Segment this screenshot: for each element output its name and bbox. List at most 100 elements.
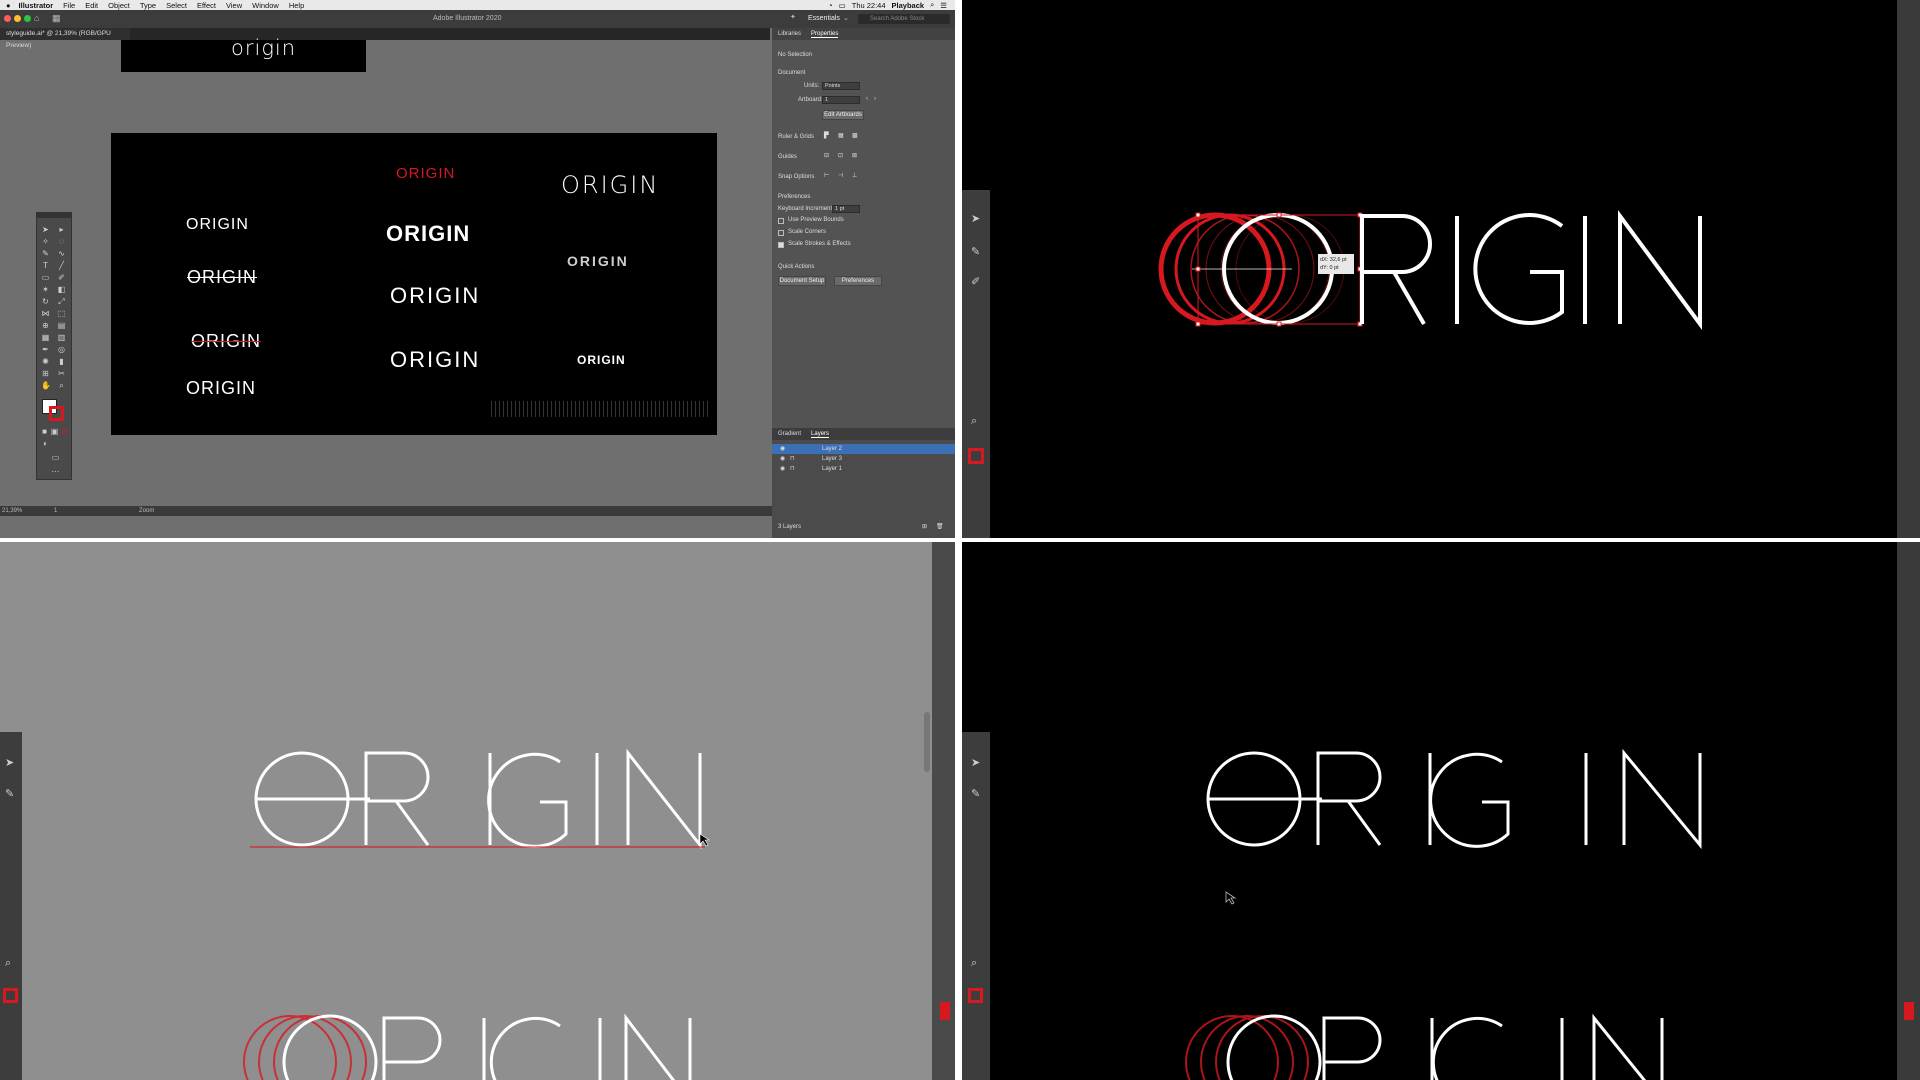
slice-tool-icon[interactable]: ✂ [57, 369, 66, 378]
panel-red-swatch[interactable] [940, 1002, 950, 1020]
smart-guides-icon[interactable]: ⊠ [852, 152, 857, 159]
gradient-mode-icon[interactable]: ▣ [50, 427, 59, 436]
menu-help[interactable]: Help [289, 1, 304, 10]
eye-icon[interactable]: ◉ [780, 464, 785, 474]
prev-artboard-icon[interactable]: ‹ [866, 96, 868, 102]
document-setup-button[interactable]: Document Setup [778, 276, 826, 286]
lock-icon[interactable]: ⊓ [790, 454, 795, 464]
edit-artboards-button[interactable]: Edit Artboards [822, 110, 864, 120]
shaper-tool-icon[interactable]: ✶ [41, 285, 50, 294]
menu-app[interactable]: Illustrator [19, 1, 54, 10]
menu-window[interactable]: Window [252, 1, 279, 10]
menu-select[interactable]: Select [166, 1, 187, 10]
lock-guides-icon[interactable]: ⊡ [838, 152, 843, 159]
next-artboard-icon[interactable]: › [874, 96, 876, 102]
snap-point-icon[interactable]: ⊢ [824, 172, 829, 179]
pixel-grid-icon[interactable]: ▩ [852, 132, 858, 139]
rectangle-tool-icon[interactable]: ▭ [41, 273, 50, 282]
eye-icon[interactable]: ◉ [780, 454, 785, 464]
line-tool-icon[interactable]: ╱ [57, 261, 66, 270]
layer-row[interactable]: ◉ ⊓ Layer 1 [772, 464, 955, 474]
stroke-swatch[interactable] [49, 406, 64, 421]
curvature-tool-icon[interactable]: ∿ [57, 249, 66, 258]
tab-libraries[interactable]: Libraries [778, 31, 801, 37]
color-mode-icon[interactable]: ■ [40, 427, 49, 436]
chevron-down-icon[interactable]: ⌄ [843, 14, 849, 22]
rotate-tool-icon[interactable]: ↻ [41, 297, 50, 306]
user-name[interactable]: Playback [892, 1, 925, 10]
eye-icon[interactable]: ◉ [780, 444, 785, 454]
search-icon[interactable]: ⌕ [930, 0, 934, 10]
snap-pixel-icon[interactable]: ⊣ [838, 172, 843, 179]
main-artboard[interactable]: ORIGIN ORIGIN ORIGIN ORIGIN ORIGIN ORIGI… [111, 133, 717, 435]
scale-corners-checkbox[interactable] [778, 230, 784, 236]
artboard-number[interactable]: 1 [54, 508, 57, 514]
units-select[interactable]: Points [822, 82, 860, 90]
apple-icon[interactable]: ● [6, 1, 11, 10]
graph-tool-icon[interactable]: ▮ [57, 357, 66, 366]
home-icon[interactable]: ⌂ [34, 13, 39, 23]
menu-file[interactable]: File [63, 1, 75, 10]
ruler-icon[interactable]: ▛ [824, 132, 829, 139]
show-guides-icon[interactable]: ⊟ [824, 152, 829, 159]
layer-row[interactable]: ◉ Layer 2 [772, 444, 955, 454]
artboard-tool-icon[interactable]: ⊞ [41, 369, 50, 378]
draw-mode-icon[interactable]: ◐ [41, 439, 50, 448]
origin-logo-selected[interactable] [962, 0, 1920, 538]
workspace-switcher[interactable]: Essentials [808, 15, 840, 22]
use-preview-bounds-checkbox[interactable] [778, 218, 784, 224]
menu-effect[interactable]: Effect [197, 1, 216, 10]
symbol-sprayer-tool-icon[interactable]: ✺ [41, 357, 50, 366]
selection-tool-icon[interactable]: ➤ [41, 225, 50, 234]
screen-mode-icon[interactable]: ▭ [51, 453, 60, 462]
zoom-tool-icon[interactable]: ⌕ [57, 381, 66, 390]
zoom-level[interactable]: 21,39% [2, 508, 22, 514]
menu-object[interactable]: Object [108, 1, 130, 10]
stock-search-input[interactable]: Search Adobe Stock [858, 14, 950, 24]
arrange-icon[interactable]: ▦ [52, 13, 61, 24]
list-icon[interactable]: ☰ [940, 1, 947, 10]
layer-row[interactable]: ◉ ⊓ Layer 3 [772, 454, 955, 464]
free-transform-tool-icon[interactable]: ⬚ [57, 309, 66, 318]
minimize-icon[interactable] [14, 15, 21, 22]
artboard-select[interactable]: 1 [822, 96, 860, 104]
menu-edit[interactable]: Edit [85, 1, 98, 10]
zoom-icon[interactable] [24, 15, 31, 22]
menu-type[interactable]: Type [140, 1, 156, 10]
magic-wand-icon[interactable]: ✧ [41, 237, 50, 246]
menu-view[interactable]: View [226, 1, 242, 10]
top-artboard[interactable]: origin [121, 36, 366, 72]
clock[interactable]: Thu 22:44 [852, 1, 886, 10]
wifi-icon[interactable]: ◔ [828, 1, 833, 10]
perspective-grid-tool-icon[interactable]: ▤ [57, 321, 66, 330]
blend-tool-icon[interactable]: ◎ [57, 345, 66, 354]
keyboard-increment-input[interactable]: 1 pt [832, 205, 860, 213]
eyedropper-tool-icon[interactable]: ✒ [41, 345, 50, 354]
tab-gradient[interactable]: Gradient [778, 431, 801, 437]
tools-grip[interactable] [37, 213, 71, 218]
pen-tool-icon[interactable]: ✎ [41, 249, 50, 258]
preferences-button[interactable]: Preferences [834, 276, 882, 286]
tab-properties[interactable]: Properties [811, 31, 839, 38]
scrollbar[interactable] [924, 712, 930, 772]
origin-logo-thin[interactable] [0, 542, 955, 1080]
scale-tool-icon[interactable]: ⤢ [57, 297, 66, 306]
eraser-tool-icon[interactable]: ◧ [57, 285, 66, 294]
tab-layers[interactable]: Layers [811, 431, 830, 438]
delete-layer-icon[interactable]: 🗑 [936, 523, 944, 530]
paintbrush-tool-icon[interactable]: ✐ [57, 273, 66, 282]
gradient-tool-icon[interactable]: ▥ [57, 333, 66, 342]
grid-icon[interactable]: ▦ [838, 132, 844, 139]
scale-strokes-checkbox[interactable] [778, 242, 784, 248]
origin-logo-thin-black[interactable] [962, 542, 1920, 1080]
lightbulb-icon[interactable]: ✦ [790, 13, 796, 21]
document-tab[interactable]: styleguide.ai* @ 21,39% (RGB/GPU Preview… [0, 28, 130, 49]
new-layer-icon[interactable]: ⊞ [922, 523, 927, 530]
type-tool-icon[interactable]: T [41, 261, 50, 270]
panel-red-swatch[interactable] [1904, 1002, 1914, 1020]
shape-builder-tool-icon[interactable]: ⊕ [41, 321, 50, 330]
mesh-tool-icon[interactable]: ▦ [41, 333, 50, 342]
direct-selection-tool-icon[interactable]: ▸ [57, 225, 66, 234]
more-tools-icon[interactable]: ⋯ [51, 467, 60, 476]
close-icon[interactable] [4, 15, 11, 22]
